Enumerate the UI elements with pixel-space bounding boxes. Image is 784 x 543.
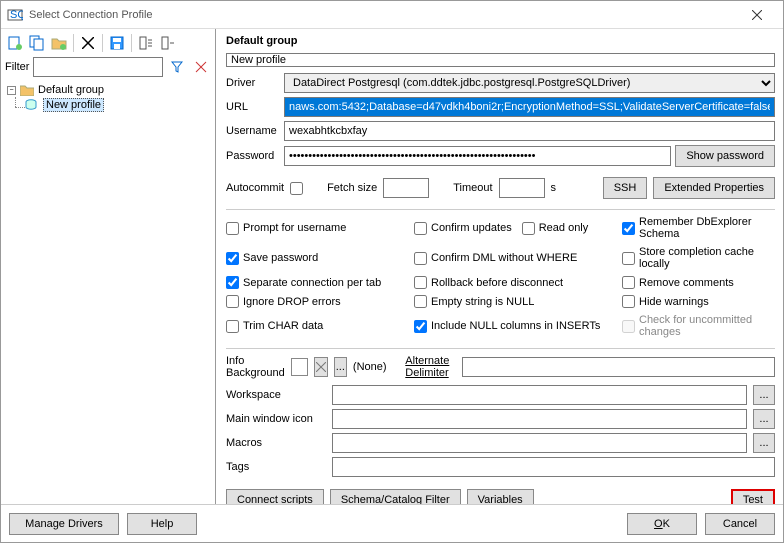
filter-clear-icon[interactable] <box>191 57 211 77</box>
password-input[interactable] <box>284 146 671 166</box>
connect-scripts-button[interactable]: Connect scripts <box>226 489 324 504</box>
tags-input[interactable] <box>332 457 775 477</box>
ssh-button[interactable]: SSH <box>603 177 648 199</box>
main-window-icon-input[interactable] <box>332 409 747 429</box>
rollback-checkbox[interactable]: Rollback before disconnect <box>414 276 614 289</box>
svg-text:SQL: SQL <box>10 9 23 21</box>
tree-collapse-icon[interactable]: − <box>7 86 16 95</box>
include-null-checkbox[interactable]: Include NULL columns in INSERTs <box>414 314 614 338</box>
folder-icon <box>20 84 34 96</box>
right-panel: Default group Driver DataDirect Postgres… <box>216 29 783 504</box>
url-input[interactable] <box>284 97 775 117</box>
info-bg-none: (None) <box>353 361 387 373</box>
tags-label: Tags <box>226 461 326 473</box>
confirm-updates-checkbox[interactable]: Confirm updates <box>414 216 512 240</box>
macros-input[interactable] <box>332 433 747 453</box>
username-input[interactable] <box>284 121 775 141</box>
extended-properties-button[interactable]: Extended Properties <box>653 177 775 199</box>
read-only-checkbox[interactable]: Read only <box>522 216 589 240</box>
filter-input[interactable] <box>33 57 163 77</box>
empty-null-checkbox[interactable]: Empty string is NULL <box>414 295 614 308</box>
tree-child[interactable]: New profile <box>7 97 209 113</box>
check-uncommitted-checkbox: Check for uncommitted changes <box>622 314 775 338</box>
info-bg-clear-button[interactable] <box>314 357 327 377</box>
profile-icon <box>25 99 39 111</box>
copy-profile-icon[interactable] <box>27 33 47 53</box>
profile-name-input[interactable] <box>226 53 775 67</box>
ignore-drop-checkbox[interactable]: Ignore DROP errors <box>226 295 406 308</box>
driver-label: Driver <box>226 77 284 89</box>
alt-delimiter-input[interactable] <box>462 357 775 377</box>
prompt-username-checkbox[interactable]: Prompt for username <box>226 216 406 240</box>
autocommit-label: Autocommit <box>226 182 284 194</box>
timeout-input[interactable] <box>499 178 545 198</box>
help-button[interactable]: Help <box>127 513 197 535</box>
info-bg-swatch[interactable] <box>291 358 309 376</box>
ok-button[interactable]: OK <box>627 513 697 535</box>
password-label: Password <box>226 150 284 162</box>
username-label: Username <box>226 125 284 137</box>
schema-filter-button[interactable]: Schema/Catalog Filter <box>330 489 461 504</box>
fetch-size-label: Fetch size <box>327 182 377 194</box>
workspace-input[interactable] <box>332 385 747 405</box>
profile-tree[interactable]: − Default group New profile <box>5 81 211 504</box>
separate-connection-checkbox[interactable]: Separate connection per tab <box>226 276 406 289</box>
url-label: URL <box>226 101 284 113</box>
remove-comments-checkbox[interactable]: Remove comments <box>622 276 775 289</box>
filter-label: Filter <box>5 61 29 73</box>
left-panel: Filter − Default group New profile <box>1 29 216 504</box>
trim-char-checkbox[interactable]: Trim CHAR data <box>226 314 406 338</box>
autocommit-checkbox[interactable] <box>290 182 303 195</box>
close-icon[interactable] <box>737 1 777 29</box>
seconds-label: s <box>551 182 557 194</box>
cancel-button[interactable]: Cancel <box>705 513 775 535</box>
test-button[interactable]: Test <box>731 489 775 504</box>
store-completion-checkbox[interactable]: Store completion cache locally <box>622 246 775 270</box>
collapse-icon[interactable] <box>158 33 178 53</box>
main-window-icon-label: Main window icon <box>226 413 326 425</box>
save-icon[interactable] <box>107 33 127 53</box>
group-title: Default group <box>226 35 775 47</box>
fetch-size-input[interactable] <box>383 178 429 198</box>
footer: Manage Drivers Help OK Cancel <box>1 504 783 542</box>
confirm-dml-checkbox[interactable]: Confirm DML without WHERE <box>414 246 614 270</box>
workspace-label: Workspace <box>226 389 326 401</box>
new-folder-icon[interactable] <box>49 33 69 53</box>
variables-button[interactable]: Variables <box>467 489 534 504</box>
manage-drivers-button[interactable]: Manage Drivers <box>9 513 119 535</box>
main-window-icon-browse-button[interactable]: ... <box>753 409 775 429</box>
tree-root-label: Default group <box>38 84 104 96</box>
save-password-checkbox[interactable]: Save password <box>226 246 406 270</box>
macros-label: Macros <box>226 437 326 449</box>
new-profile-icon[interactable] <box>5 33 25 53</box>
show-password-button[interactable]: Show password <box>675 145 775 167</box>
driver-select[interactable]: DataDirect Postgresql (com.ddtek.jdbc.po… <box>284 73 775 93</box>
workspace-browse-button[interactable]: ... <box>753 385 775 405</box>
delete-icon[interactable] <box>78 33 98 53</box>
remember-dbexplorer-checkbox[interactable]: Remember DbExplorer Schema <box>622 216 775 240</box>
hide-warnings-checkbox[interactable]: Hide warnings <box>622 295 775 308</box>
app-icon: SQL <box>7 7 23 23</box>
macros-browse-button[interactable]: ... <box>753 433 775 453</box>
info-bg-label: Info Background <box>226 355 285 379</box>
info-bg-browse-button[interactable]: ... <box>334 357 347 377</box>
tree-root[interactable]: − Default group <box>7 83 209 97</box>
filter-funnel-icon[interactable] <box>167 57 187 77</box>
alt-delimiter-label: Alternate Delimiter <box>405 355 456 379</box>
titlebar: SQL Select Connection Profile <box>1 1 783 29</box>
tree-child-label: New profile <box>43 98 104 112</box>
window-title: Select Connection Profile <box>29 9 737 21</box>
timeout-label: Timeout <box>453 182 492 194</box>
left-toolbar <box>5 33 211 53</box>
expand-icon[interactable] <box>136 33 156 53</box>
